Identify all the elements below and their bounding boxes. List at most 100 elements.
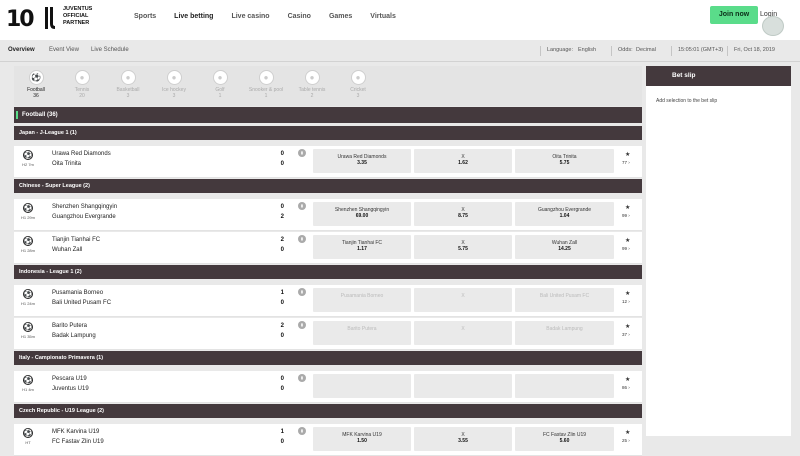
odds-away-button[interactable]: FC Fastav Zlin U19 5.60 [515,427,614,451]
odds-home-button[interactable]: Urawa Red Diamonds 3.35 [313,149,411,173]
match-time: HT [25,440,31,445]
match-row[interactable]: ⚽ H1 29m Shenzhen Shangqingyin Guangzhou Ev… [14,199,642,231]
odds-draw-button[interactable]: X [414,288,512,312]
match-row[interactable]: ⚽ H1 4m Pescara U19 Juventus U19 0 0 ▮ ★ 86 › [14,371,642,403]
sport-filter-snooker-pool[interactable]: ● Snooker & pool 1 [248,70,284,99]
match-row[interactable]: ⚽ H2 7m Urawa Red Diamonds Oita Trinita 0 0 ▮ U… [14,146,642,178]
odds-away-button[interactable]: Wuhan Zall 14.25 [515,235,614,259]
stats-icon[interactable]: ▮ [298,374,306,382]
odds-label: Barito Putera [347,326,377,332]
stats-icon[interactable]: ▮ [298,427,306,435]
more-markets-link[interactable]: 77 › [622,160,630,165]
odds-draw-button[interactable]: X 8.75 [414,202,512,226]
favorite-star-icon[interactable]: ★ [625,429,630,436]
sport-filter-basketball[interactable]: ● Basketball 3 [110,70,146,99]
more-markets-link[interactable]: 25 › [622,438,630,443]
odds-value: 69.00 [355,213,369,219]
odds-value: 1.62 [458,160,468,166]
sub-navigation: Overview Event View Live Schedule Langua… [0,40,800,62]
stats-icon[interactable]: ▮ [298,149,306,157]
match-time: H1 24m [20,301,35,306]
odds-home-button[interactable] [313,374,411,398]
sports-filter-bar: ⚽ Football 36 ● Tennis 20 ● Basketball 3 ● Ice hoc… [14,66,642,106]
stats-icon[interactable]: ▮ [298,202,306,210]
odds-value: 14.25 [558,246,571,252]
match-row[interactable]: ⚽ H1 35m Barito Putera Badak Lampung 2 0 ▮ Bari… [14,318,642,350]
away-team: Badak Lampung [52,333,96,339]
sport-filter-tennis[interactable]: ● Tennis 20 [64,70,100,99]
away-team: Oita Trinita [52,161,82,167]
favorite-star-icon[interactable]: ★ [625,237,630,244]
main-nav: Sports Live betting Live casino Casino G… [134,13,414,20]
odds-home-button[interactable]: MFK Karvina U19 1.50 [313,427,411,451]
site-logo[interactable]: 10 [6,7,35,32]
nav-sports[interactable]: Sports [134,13,156,20]
more-markets-link[interactable]: 12 › [622,299,630,304]
odds-away-button[interactable]: Bali United Pusam FC [515,288,614,312]
match-row[interactable]: ⚽ H1 28m Tianjin Tianhai FC Wuhan Zall 2 0 ▮ Ti… [14,232,642,264]
odds-away-button[interactable]: Badak Lampung [515,321,614,345]
tab-live-schedule[interactable]: Live Schedule [91,47,129,53]
odds-home-button[interactable]: Tianjin Tianhai FC 1.17 [313,235,411,259]
divider [611,46,612,56]
favorite-star-icon[interactable]: ★ [625,290,630,297]
sport-filter-golf[interactable]: ● Golf 1 [202,70,238,99]
odds-home-button[interactable]: Barito Putera [313,321,411,345]
league-header[interactable]: Chinese - Super League (2) [14,179,642,193]
match-row[interactable]: ⚽ H1 24m Pusamania Borneo Bali United Pusam… [14,285,642,317]
stats-icon[interactable]: ▮ [298,321,306,329]
odds-draw-button[interactable] [414,374,512,398]
odds-away-button[interactable] [515,374,614,398]
tennis-icon: ● [74,70,90,85]
sport-filter-ice-hockey[interactable]: ● Ice hockey 3 [156,70,192,99]
tab-event-view[interactable]: Event View [49,47,79,53]
favorite-star-icon[interactable]: ★ [625,151,630,158]
more-markets-link[interactable]: 99 › [622,213,630,218]
away-score: 0 [280,386,284,392]
league-header[interactable]: Indonesia - League 1 (2) [14,265,642,279]
sport-count: 3 [356,93,360,99]
more-markets-link[interactable]: 99 › [622,246,630,251]
tab-overview[interactable]: Overview [8,47,35,53]
nav-live-casino[interactable]: Live casino [231,13,269,20]
nav-live-betting[interactable]: Live betting [174,13,213,20]
football-icon: ⚽ [23,428,33,438]
match-row[interactable]: ⚽ HT MFK Karvina U19 FC Fastav Zlin U19 1 0 ▮ M… [14,424,642,456]
nav-games[interactable]: Games [329,13,352,20]
odds-select[interactable]: Decimal [636,47,656,53]
odds-home-button[interactable]: Shenzhen Shangqingyin 69.00 [313,202,411,226]
league-header[interactable]: Czech Republic - U19 League (2) [14,404,642,418]
odds-draw-button[interactable]: X 3.55 [414,427,512,451]
join-now-button[interactable]: Join now [710,6,758,24]
odds-draw-button[interactable]: X 5.75 [414,235,512,259]
odds-away-button[interactable]: Oita Trinita 5.75 [515,149,614,173]
favorite-star-icon[interactable]: ★ [625,323,630,330]
football-icon: ⚽ [23,289,33,299]
section-header-football: Football (36) [14,107,642,123]
section-accent [16,111,18,119]
chat-icon[interactable] [762,16,784,36]
stats-icon[interactable]: ▮ [298,235,306,243]
league-header[interactable]: Italy - Campionato Primavera (1) [14,351,642,365]
sport-filter-football[interactable]: ⚽ Football 36 [18,70,54,99]
league-header[interactable]: Japan - J-League 1 (1) [14,126,642,140]
sport-count: 1 [264,93,268,99]
home-score: 2 [280,237,284,243]
odds-draw-button[interactable]: X 1.62 [414,149,512,173]
more-markets-link[interactable]: 86 › [622,385,630,390]
home-team: Barito Putera [52,323,88,329]
chevron-right-icon: › [627,385,630,390]
home-team: Pusamania Borneo [52,290,104,296]
stats-icon[interactable]: ▮ [298,288,306,296]
odds-draw-button[interactable]: X [414,321,512,345]
sport-filter-cricket[interactable]: ● Cricket 3 [340,70,376,99]
nav-casino[interactable]: Casino [288,13,311,20]
nav-virtuals[interactable]: Virtuals [370,13,396,20]
odds-home-button[interactable]: Pusamania Borneo [313,288,411,312]
language-select[interactable]: English [578,47,596,53]
more-markets-link[interactable]: 37 › [622,332,630,337]
odds-away-button[interactable]: Guangzhou Evergrande 1.04 [515,202,614,226]
favorite-star-icon[interactable]: ★ [625,204,630,211]
sport-filter-table-tennis[interactable]: ● Table tennis 2 [294,70,330,99]
favorite-star-icon[interactable]: ★ [625,376,630,383]
